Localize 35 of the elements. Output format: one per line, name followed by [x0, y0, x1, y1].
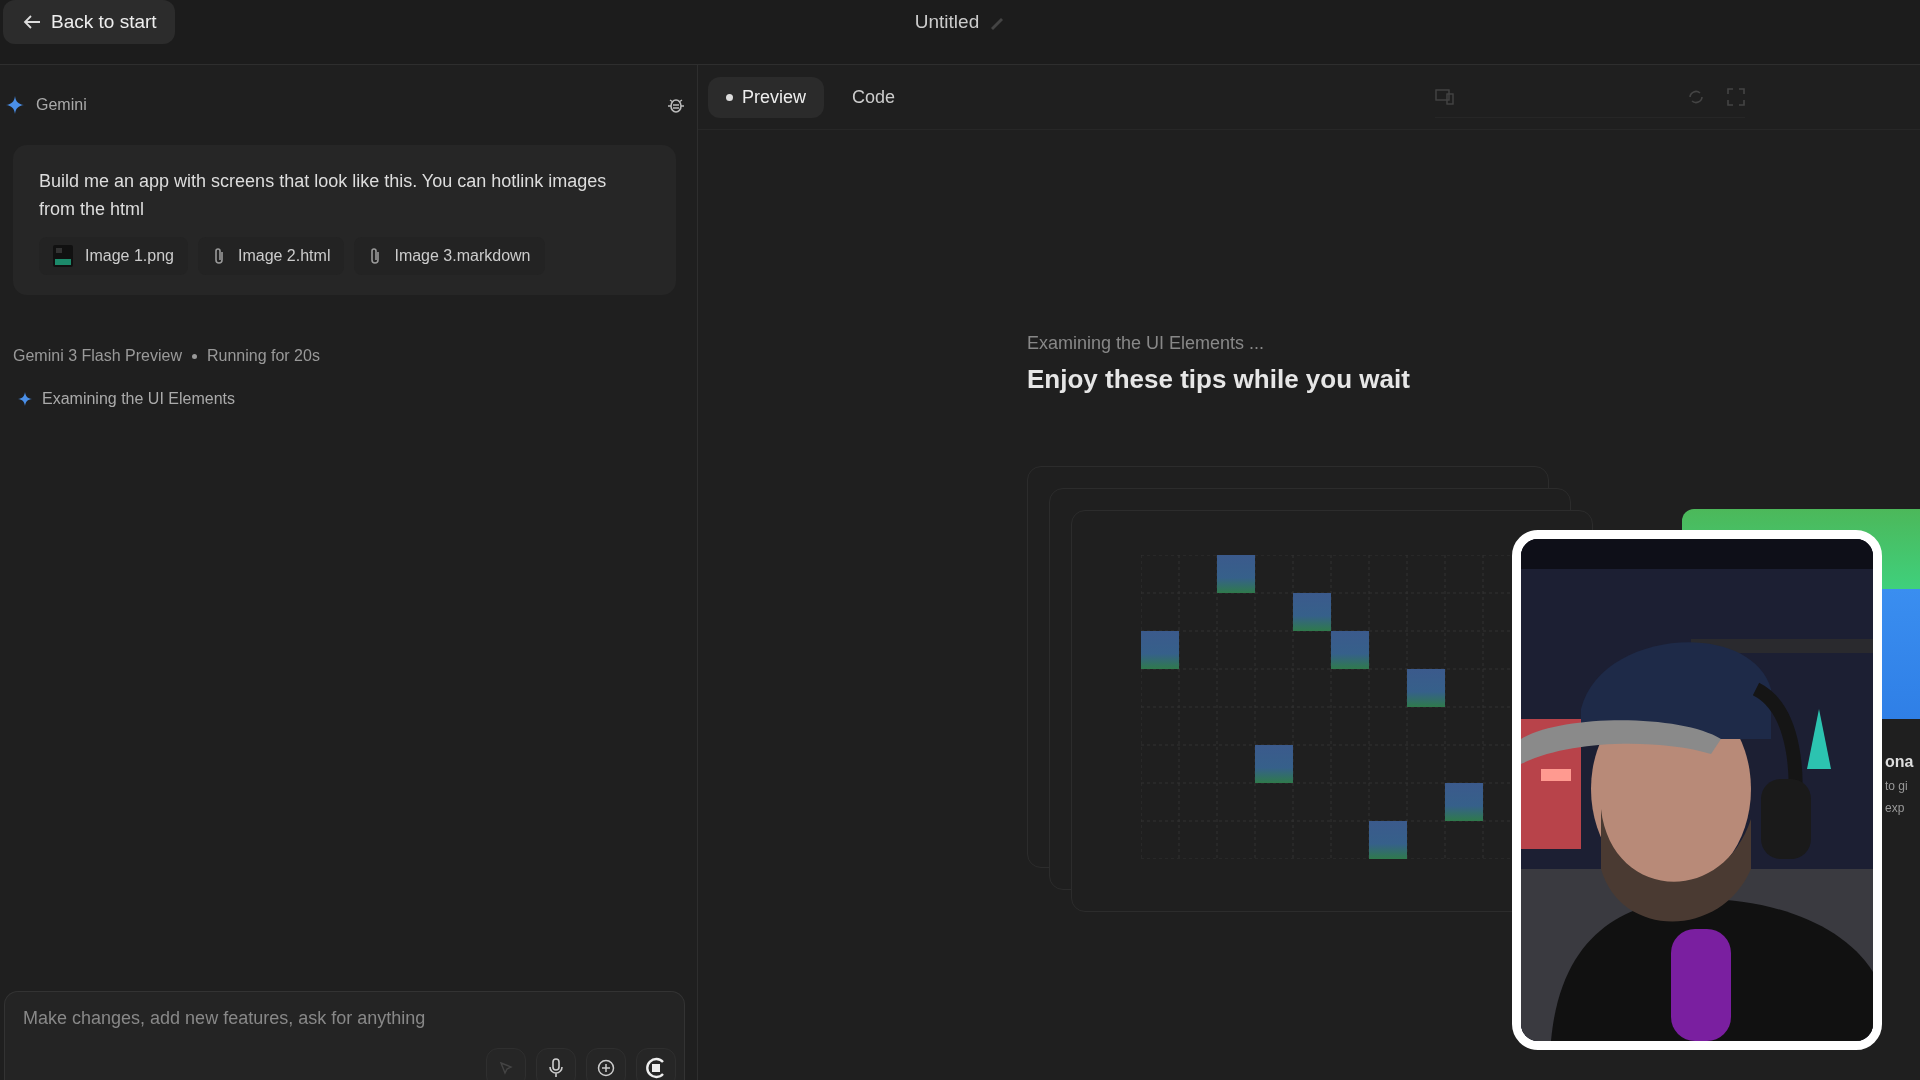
project-title: Untitled	[914, 11, 980, 33]
tip-text: exp	[1885, 801, 1905, 815]
prompt-input[interactable]: Make changes, add new features, ask for anything	[23, 1008, 666, 1029]
device-icon[interactable]	[1435, 89, 1455, 105]
image-thumbnail-icon	[53, 245, 73, 267]
fullscreen-icon[interactable]	[1727, 88, 1745, 106]
tab[interactable]: Code	[834, 76, 914, 118]
tip-text: to gi	[1885, 779, 1908, 793]
stop-icon	[645, 1057, 667, 1079]
running-time: Running for 20s	[206, 347, 320, 365]
select-element-button[interactable]	[486, 1048, 526, 1080]
separator-dot	[191, 353, 197, 359]
attachment-chip[interactable]: Image 1.png	[39, 237, 188, 275]
model-label: Gemini	[36, 96, 88, 114]
back-button[interactable]: Back to start	[3, 0, 175, 44]
arrow-left-icon	[23, 14, 41, 30]
sparkle-icon	[18, 392, 32, 406]
microphone-button[interactable]	[536, 1048, 576, 1080]
model-name: Gemini 3 Flash Preview	[13, 347, 182, 365]
loading-status: Examining the UI Elements ...	[1027, 333, 1266, 354]
tip-title: ona	[1885, 753, 1914, 771]
stop-button[interactable]	[636, 1048, 676, 1080]
tips-heading: Enjoy these tips while you wait	[1027, 364, 1410, 395]
prompt-text: Build me an app with screens that look like this. You can hotlink images from the html	[39, 170, 608, 221]
refresh-icon[interactable]	[1687, 88, 1705, 106]
microphone-icon	[549, 1058, 563, 1078]
cursor-icon	[499, 1061, 513, 1075]
bug-icon[interactable]	[667, 96, 685, 114]
attachment-chip[interactable]: Image 3.markdown	[354, 237, 545, 275]
tab[interactable]: Preview	[708, 76, 825, 118]
plus-circle-icon	[597, 1059, 615, 1077]
step-label: Examining the UI Elements	[42, 390, 235, 408]
attachment-chip[interactable]: Image 2.html	[197, 237, 345, 275]
gemini-sparkle-icon	[6, 96, 24, 114]
add-button[interactable]	[586, 1048, 626, 1080]
